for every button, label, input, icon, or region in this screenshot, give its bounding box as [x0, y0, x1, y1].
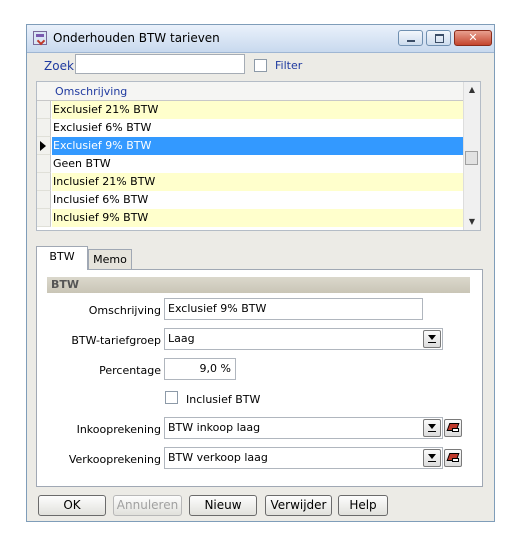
row-indicator[interactable]	[37, 209, 51, 227]
omschrijving-label: Omschrijving	[88, 304, 161, 317]
table-row[interactable]: Inclusief 6% BTW	[37, 191, 464, 209]
help-button[interactable]: Help	[338, 495, 388, 516]
inkooprekening-dropdown-icon[interactable]	[423, 419, 441, 437]
verkooprekening-value: BTW verkoop laag	[168, 451, 268, 464]
row-cell[interactable]: Inclusief 9% BTW	[52, 209, 464, 227]
inkooprekening-select[interactable]: BTW inkoop laag	[164, 417, 443, 439]
table-row[interactable]: Exclusief 21% BTW	[37, 101, 464, 119]
row-cell[interactable]: Inclusief 21% BTW	[52, 173, 464, 191]
table-row[interactable]: Geen BTW	[37, 155, 464, 173]
grid-scrollbar[interactable]: ▲ ▼	[463, 82, 480, 230]
app-icon	[33, 31, 47, 45]
inkooprekening-value: BTW inkoop laag	[168, 421, 261, 434]
tariefgroep-select[interactable]: Laag	[164, 328, 443, 350]
verwijder-button[interactable]: Verwijder	[265, 495, 332, 516]
close-button[interactable]: ✕	[454, 30, 492, 46]
zoek-label: Zoek	[44, 59, 74, 73]
inclusief-btw-label: Inclusief BTW	[186, 393, 261, 406]
nieuw-button[interactable]: Nieuw	[189, 495, 257, 516]
filter-label: Filter	[275, 59, 303, 72]
row-cell[interactable]: Inclusief 6% BTW	[52, 191, 464, 209]
row-indicator[interactable]	[37, 173, 51, 191]
btw-tarieven-grid[interactable]: Omschrijving Exclusief 21% BTW Exclusief…	[36, 81, 481, 231]
annuleren-button[interactable]: Annuleren	[113, 495, 182, 516]
scroll-thumb[interactable]	[465, 151, 478, 165]
tab-memo[interactable]: Memo	[88, 249, 132, 270]
current-row-arrow-icon	[40, 141, 46, 151]
row-indicator[interactable]	[37, 191, 51, 209]
inkooprekening-lookup-icon[interactable]	[444, 419, 462, 437]
scroll-down-icon[interactable]: ▼	[464, 214, 480, 230]
tariefgroep-value: Laag	[168, 332, 195, 345]
row-indicator[interactable]	[37, 155, 51, 173]
close-icon: ✕	[468, 31, 478, 44]
inclusief-btw-checkbox[interactable]	[165, 391, 178, 404]
row-cell[interactable]: Exclusief 21% BTW	[52, 101, 464, 119]
tab-btw[interactable]: BTW	[36, 246, 88, 270]
section-header: BTW	[47, 277, 470, 293]
grid-header[interactable]: Omschrijving	[37, 82, 464, 101]
column-header-omschrijving[interactable]: Omschrijving	[55, 85, 127, 98]
btw-tarieven-window: Onderhouden BTW tarieven ✕ Zoek Filter O…	[26, 24, 495, 522]
table-row[interactable]: Inclusief 9% BTW	[37, 209, 464, 227]
verkooprekening-select[interactable]: BTW verkoop laag	[164, 447, 443, 469]
percentage-label: Percentage	[99, 364, 161, 377]
section-title: BTW	[51, 278, 80, 291]
verkooprekening-lookup-icon[interactable]	[444, 449, 462, 467]
table-row[interactable]: Exclusief 6% BTW	[37, 119, 464, 137]
row-cell[interactable]: Geen BTW	[52, 155, 464, 173]
row-indicator[interactable]	[37, 137, 51, 155]
minimize-button[interactable]	[398, 30, 423, 46]
title-bar[interactable]: Onderhouden BTW tarieven ✕	[27, 25, 494, 53]
verkooprekening-label: Verkooprekening	[68, 453, 161, 466]
tariefgroep-label: BTW-tariefgroep	[71, 334, 161, 347]
row-indicator[interactable]	[37, 119, 51, 137]
verkooprekening-dropdown-icon[interactable]	[423, 449, 441, 467]
window-title: Onderhouden BTW tarieven	[53, 31, 220, 45]
row-cell[interactable]: Exclusief 6% BTW	[52, 119, 464, 137]
percentage-field[interactable]: 9,0 %	[164, 358, 236, 380]
row-cell[interactable]: Exclusief 9% BTW	[52, 137, 464, 155]
row-indicator[interactable]	[37, 101, 51, 119]
filter-checkbox[interactable]	[254, 59, 267, 72]
ok-button[interactable]: OK	[38, 495, 106, 516]
scroll-up-icon[interactable]: ▲	[464, 82, 480, 98]
tariefgroep-dropdown-icon[interactable]	[423, 330, 441, 348]
inkooprekening-label: Inkooprekening	[76, 423, 161, 436]
zoek-input[interactable]	[75, 54, 245, 74]
btw-tab-panel: BTW Omschrijving Exclusief 9% BTW BTW-ta…	[36, 269, 483, 487]
table-row[interactable]: Inclusief 21% BTW	[37, 173, 464, 191]
maximize-button[interactable]	[426, 30, 451, 46]
omschrijving-field[interactable]: Exclusief 9% BTW	[164, 298, 423, 320]
table-row-selected[interactable]: Exclusief 9% BTW	[37, 137, 464, 155]
